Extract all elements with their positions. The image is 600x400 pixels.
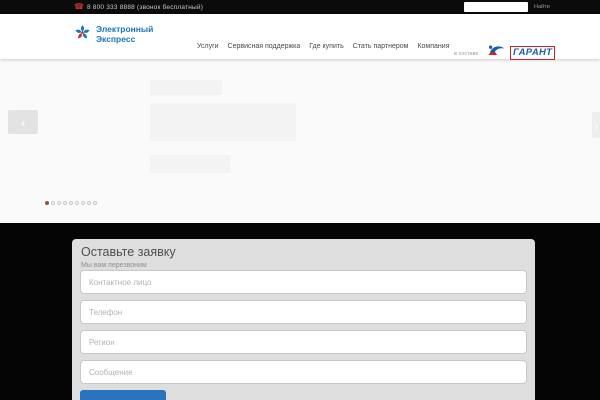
- slider-dot[interactable]: [93, 201, 97, 205]
- garant-wordmark: ГАРАНТ: [510, 46, 556, 60]
- nav-item[interactable]: Услуги: [197, 43, 219, 50]
- site-logo[interactable]: Электронный Экспресс: [74, 24, 153, 46]
- slider-dot[interactable]: [45, 201, 49, 205]
- phone-block: ☎ 8 800 333 8888 (звонок бесплатный): [74, 0, 203, 14]
- slider-dot[interactable]: [57, 201, 61, 205]
- region-field[interactable]: [80, 330, 527, 354]
- slider-dot[interactable]: [81, 201, 85, 205]
- chevron-right-icon: ›: [594, 117, 599, 133]
- request-form-panel: Оставьте заявку Мы вам перезвоним: [72, 239, 535, 400]
- phone-icon: ☎: [74, 2, 84, 11]
- search-go-button[interactable]: Найти: [534, 4, 550, 10]
- message-field[interactable]: [80, 360, 527, 384]
- slide-placeholder-block: [150, 103, 296, 141]
- nav-item[interactable]: Сервисная поддержка: [228, 43, 301, 50]
- topbar: ☎ 8 800 333 8888 (звонок бесплатный) Най…: [0, 0, 600, 14]
- request-section: Оставьте заявку Мы вам перезвоним: [0, 223, 600, 400]
- main-nav: Услуги Сервисная поддержка Где купить Стать…: [197, 43, 450, 50]
- form-title: Оставьте заявку: [81, 245, 176, 259]
- slider-dot[interactable]: [75, 201, 79, 205]
- logo-line1: Электронный: [96, 24, 154, 35]
- slider-dot[interactable]: [63, 201, 67, 205]
- submit-button[interactable]: [80, 390, 166, 400]
- slide-placeholder-block: [150, 80, 222, 95]
- nav-item[interactable]: Стать партнером: [353, 43, 409, 50]
- logo-line2: Экспресс: [96, 34, 136, 44]
- slide-placeholder-block: [150, 155, 230, 173]
- phone-number: 8 800 333 8888 (звонок бесплатный): [86, 3, 204, 11]
- slider-dot[interactable]: [51, 201, 55, 205]
- search-input[interactable]: [464, 2, 528, 12]
- part-of-label: в составе: [454, 51, 479, 57]
- phone-field[interactable]: [80, 300, 527, 324]
- slider-next-button[interactable]: ›: [592, 112, 600, 138]
- slider-dot[interactable]: [87, 201, 91, 205]
- garant-emblem-icon: [486, 43, 508, 63]
- hero-slider: ‹ ›: [0, 59, 600, 223]
- logo-pinwheel-icon: [74, 24, 91, 46]
- form-subtitle: Мы вам перезвоним: [81, 262, 147, 269]
- contact-person-field[interactable]: [80, 270, 527, 294]
- slider-dots: [45, 201, 97, 205]
- garant-logo[interactable]: ГАРАНТ: [486, 43, 556, 63]
- nav-item[interactable]: Где купить: [309, 43, 343, 50]
- logo-text: Электронный Экспресс: [96, 24, 154, 45]
- nav-item[interactable]: Компания: [417, 43, 449, 50]
- slider-prev-button[interactable]: ‹: [8, 110, 38, 134]
- slider-dot[interactable]: [69, 201, 73, 205]
- page: ☎ 8 800 333 8888 (звонок бесплатный) Най…: [0, 0, 600, 400]
- chevron-left-icon: ‹: [20, 114, 26, 130]
- header: Электронный Экспресс Услуги Сервисная под…: [0, 14, 600, 60]
